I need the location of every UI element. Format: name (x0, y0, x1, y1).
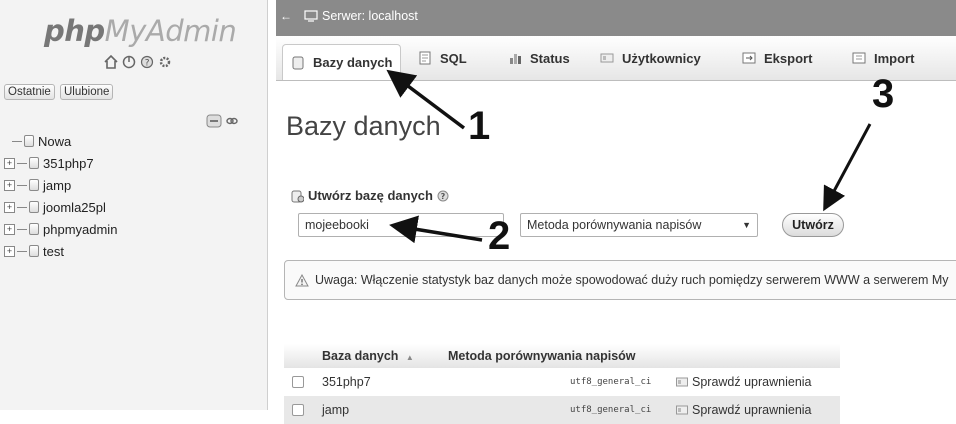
annotation-2: 2 (488, 214, 511, 258)
users-icon (600, 53, 614, 63)
tab-users[interactable]: Użytkownicy (600, 44, 701, 72)
svg-text:?: ? (441, 192, 446, 201)
warning-notice: Uwaga: Włączenie statystyk baz danych mo… (284, 260, 956, 300)
create-button[interactable]: Utwórz (782, 213, 844, 237)
navigation-panel: phpMyAdmin ? Ostatnie Ulubione Nowa + 35… (0, 0, 268, 410)
new-database-icon (24, 135, 34, 147)
database-icon (292, 56, 304, 69)
tree-item-new[interactable]: Nowa (12, 130, 117, 152)
collation-value: utf8_general_ci (570, 405, 652, 415)
tab-import[interactable]: Import (852, 44, 914, 72)
server-icon (304, 10, 318, 22)
collapse-all-icon[interactable] (206, 114, 222, 128)
create-database-label: Utwórz bazę danych ? (290, 188, 449, 203)
tree-item-database[interactable]: + phpmyadmin (4, 218, 117, 240)
exit-icon[interactable] (122, 55, 136, 69)
row-checkbox[interactable] (292, 376, 304, 388)
warning-icon (295, 273, 309, 286)
database-icon (29, 223, 39, 235)
column-header-collation[interactable]: Metoda porównywania napisów (448, 349, 636, 363)
phpmyadmin-logo[interactable]: phpMyAdmin (44, 14, 237, 48)
export-icon (742, 52, 756, 64)
arrow-3 (823, 123, 872, 212)
database-icon (29, 179, 39, 191)
tree-item-database[interactable]: + jamp (4, 174, 117, 196)
recent-button[interactable]: Ostatnie (4, 84, 55, 100)
database-link[interactable]: 351php7 (322, 375, 371, 389)
new-database-icon (291, 190, 304, 202)
page-title: Bazy danych (286, 111, 441, 141)
collation-select[interactable]: Metoda porównywania napisów ▼ (520, 213, 758, 237)
database-icon (29, 245, 39, 257)
expand-icon[interactable]: + (4, 179, 15, 191)
sort-asc-icon: ▲ (405, 353, 414, 362)
collation-value: utf8_general_ci (570, 377, 652, 387)
favorites-button[interactable]: Ulubione (60, 84, 114, 100)
settings-icon[interactable] (158, 55, 172, 69)
home-icon[interactable] (104, 55, 118, 69)
expand-icon[interactable]: + (4, 223, 15, 235)
privileges-icon (676, 405, 688, 415)
privileges-icon (676, 377, 688, 387)
tree-controls (206, 114, 238, 128)
check-privileges-link[interactable]: Sprawdź uprawnienia (676, 375, 812, 389)
server-breadcrumb-bar: ← Serwer: localhost (276, 0, 956, 36)
dropdown-arrow-icon: ▼ (742, 220, 751, 230)
database-icon (29, 157, 39, 169)
tab-status[interactable]: Status (508, 44, 570, 72)
tree-item-database[interactable]: + joomla25pl (4, 196, 117, 218)
tab-sql[interactable]: SQL (418, 44, 467, 72)
server-breadcrumb[interactable]: Serwer: localhost (304, 9, 418, 23)
table-header: Baza danych ▲ Metoda porównywania napisó… (284, 344, 840, 368)
expand-icon[interactable]: + (4, 157, 15, 169)
table-row: jamp utf8_general_ci Sprawdź uprawnienia (284, 396, 840, 424)
status-icon (510, 54, 521, 64)
sql-icon (419, 51, 431, 65)
tab-export[interactable]: Eksport (742, 44, 812, 72)
import-icon (852, 52, 866, 64)
tree-item-database[interactable]: + test (4, 240, 117, 262)
nav-icon-bar: ? (104, 55, 172, 73)
tree-item-database[interactable]: + 351php7 (4, 152, 117, 174)
database-icon (29, 201, 39, 213)
database-link[interactable]: jamp (322, 403, 349, 417)
link-icon[interactable] (226, 116, 238, 126)
back-arrow-icon[interactable]: ← (280, 9, 294, 23)
expand-icon[interactable]: + (4, 245, 15, 257)
help-icon[interactable]: ? (437, 190, 449, 202)
svg-text:?: ? (145, 59, 150, 69)
database-tree: Nowa + 351php7 + jamp + joomla25pl + php… (4, 130, 117, 262)
server-tabs: Bazy danych SQL Status Użytkownicy Ekspo… (276, 36, 956, 81)
docs-icon[interactable]: ? (140, 55, 154, 69)
annotation-1: 1 (468, 104, 491, 148)
check-privileges-link[interactable]: Sprawdź uprawnienia (676, 403, 812, 417)
expand-icon[interactable]: + (4, 201, 15, 213)
tab-databases[interactable]: Bazy danych (282, 44, 402, 80)
column-header-database[interactable]: Baza danych ▲ (322, 349, 414, 363)
database-name-input[interactable] (298, 213, 504, 237)
row-checkbox[interactable] (292, 404, 304, 416)
table-row: 351php7 utf8_general_ci Sprawdź uprawnie… (284, 368, 840, 396)
annotation-3: 3 (872, 72, 895, 116)
